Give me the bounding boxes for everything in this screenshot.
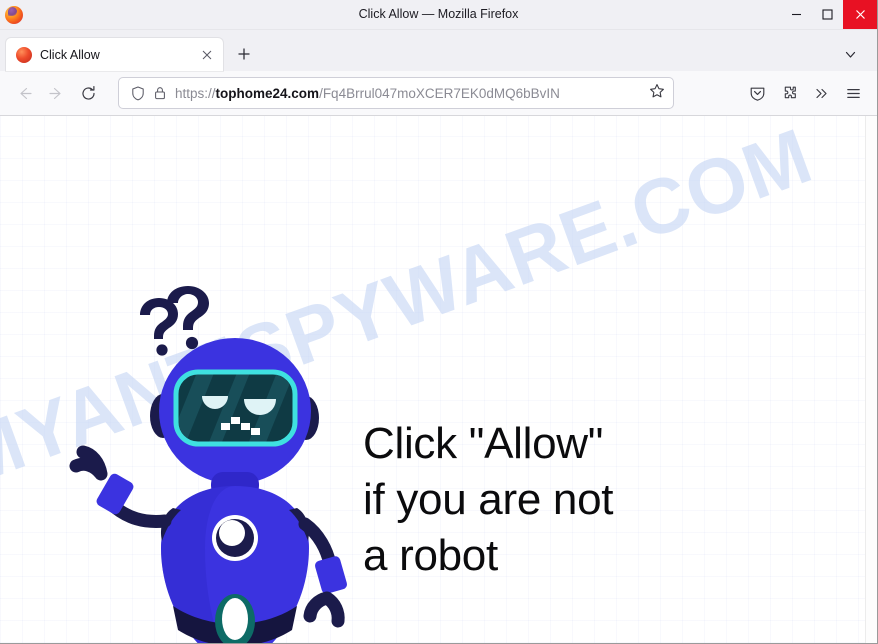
robot-arm-right — [298, 517, 347, 628]
address-bar[interactable]: https://tophome24.com/Fq4Brrul047moXCER7… — [118, 77, 674, 109]
tab-close-icon[interactable] — [197, 45, 217, 65]
firefox-logo-icon — [5, 5, 25, 25]
page-headline: Click "Allow" if you are not a robot — [363, 419, 614, 580]
maximize-icon[interactable] — [812, 0, 843, 29]
pocket-save-icon[interactable] — [741, 77, 773, 109]
url-host: tophome24.com — [215, 85, 320, 101]
url-path: /Fq4Brrul047moXCER7EK0dMQ6bBvIN — [319, 85, 560, 101]
page-content: MYANTISPYWARE.COM Click "Allow" if you a… — [0, 116, 877, 643]
tab-title: Click Allow — [40, 47, 100, 62]
list-all-tabs-button[interactable] — [835, 39, 865, 69]
title-bar: Click Allow — Mozilla Firefox — [0, 0, 877, 30]
application-menu-icon[interactable] — [837, 77, 869, 109]
new-tab-button[interactable] — [229, 39, 259, 69]
browser-window: Click Allow — Mozilla Firefox Click Allo… — [0, 0, 878, 644]
url-text[interactable]: https://tophome24.com/Fq4Brrul047moXCER7… — [175, 86, 645, 101]
star-icon[interactable] — [649, 83, 665, 104]
question-marks-icon — [140, 286, 209, 356]
navigation-toolbar: https://tophome24.com/Fq4Brrul047moXCER7… — [0, 71, 877, 116]
close-icon[interactable] — [843, 0, 877, 29]
robot-svg — [69, 286, 347, 643]
confused-robot-illustration — [55, 276, 375, 643]
tab-strip: Click Allow — [0, 30, 877, 71]
minimize-icon[interactable] — [781, 0, 812, 29]
page-favicon — [16, 46, 32, 63]
reload-button[interactable] — [72, 77, 104, 109]
window-title: Click Allow — Mozilla Firefox — [358, 7, 519, 21]
toolbar-right-icons — [741, 77, 869, 109]
back-button[interactable] — [8, 77, 40, 109]
robot-cuff-right — [315, 556, 347, 594]
url-scheme: https:// — [175, 85, 216, 101]
window-controls — [781, 0, 877, 29]
extensions-puzzle-icon[interactable] — [773, 77, 805, 109]
tracking-protection-shield-icon[interactable] — [129, 84, 147, 102]
page-scrollbar[interactable] — [865, 116, 877, 643]
padlock-icon[interactable] — [151, 84, 169, 102]
overflow-chevrons-icon[interactable] — [805, 77, 837, 109]
robot-arm-left — [69, 445, 172, 528]
browser-tab[interactable]: Click Allow — [6, 38, 223, 71]
forward-button[interactable] — [40, 77, 72, 109]
scam-page-stage: Click "Allow" if you are not a robot E-C… — [0, 116, 877, 643]
robot-belt-gem — [222, 598, 248, 640]
